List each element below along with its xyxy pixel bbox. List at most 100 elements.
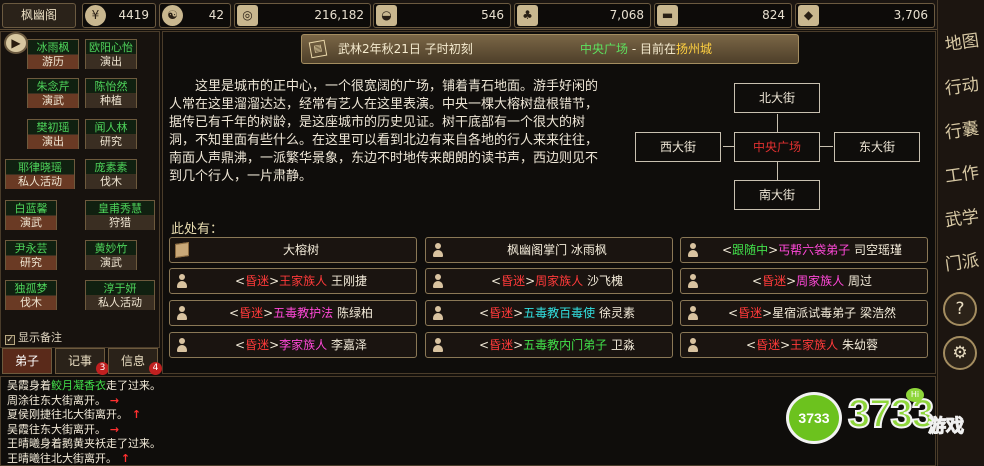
disciple-card[interactable]: 皇甫秀慧 狩猎 (85, 200, 155, 230)
entity-label-part: > (525, 274, 536, 288)
entity-button[interactable]: <昏迷>周家族人 沙飞槐 (425, 268, 673, 294)
direction-arrow-icon: → (106, 422, 120, 436)
copper-coin-icon: ◎ (237, 5, 258, 26)
entity-label-part: > (786, 274, 797, 288)
entity-button[interactable]: <昏迷>星宿派试毒弟子 梁浩然 (680, 300, 928, 326)
entity-label: <昏迷>星宿派试毒弟子 梁浩然 (701, 301, 923, 325)
resource-copper: ◎ 216,182 (234, 3, 371, 28)
place-name: 中央广场 (580, 42, 629, 56)
disciple-name: 闻人林 (86, 120, 136, 135)
entity-button[interactable]: 枫幽阁掌门 冰雨枫 (425, 237, 673, 263)
entity-label-part: > (269, 338, 280, 352)
person-icon (686, 274, 700, 288)
watermark-logo: 3733 (786, 392, 842, 444)
disciple-action: 研究 (86, 135, 136, 149)
disciple-name: 耶律晓瑶 (6, 160, 74, 175)
settings-icon[interactable]: ⚙ (943, 336, 977, 370)
disciple-card[interactable]: 尹永芸 研究 (5, 240, 57, 270)
entity-button[interactable]: <昏迷>李家族人 李嘉泽 (169, 332, 417, 358)
person-icon (175, 306, 189, 320)
disciple-card[interactable]: 闻人林 研究 (85, 119, 137, 149)
resource-value: 3,706 (893, 8, 928, 22)
log-text: 吴霞往东大街离开。 (7, 422, 106, 436)
entity-button[interactable]: 大榕树 (169, 237, 417, 263)
entity-label-part: 星宿派试毒弟子 梁浩然 (772, 306, 896, 320)
disciple-card[interactable]: 白蓝馨 演武 (5, 200, 57, 230)
tab-messages[interactable]: 信息 4 (108, 348, 162, 375)
entity-label-part: < (491, 274, 502, 288)
entity-label-part: 五毒教百毒使 (523, 306, 596, 320)
show-memo-toggle[interactable]: ✓ 显示备注 (5, 329, 62, 345)
menu-action[interactable]: 行动 (943, 75, 981, 100)
map-north-street[interactable]: 北大街 (734, 83, 820, 113)
tab-disciples[interactable]: 弟子 (2, 348, 52, 374)
disciple-card[interactable]: 陈怡然 种植 (85, 78, 137, 108)
location-panel: ▤ 武林2年秋21日 子时初刻 中央广场 - 目前在扬州城 这里是城市的正中心，… (162, 31, 936, 374)
entity-button[interactable]: <昏迷>五毒教内门弟子 卫淼 (425, 332, 673, 358)
tree-item-icon (175, 242, 189, 258)
disciple-action: 游历 (28, 55, 78, 69)
entity-button[interactable]: <昏迷>五毒教护法 陈绿柏 (169, 300, 417, 326)
checkbox-icon[interactable]: ✓ (5, 335, 15, 345)
entity-button[interactable]: <昏迷>五毒教百毒使 徐灵素 (425, 300, 673, 326)
log-text: 夏侯刚捷往北大街离开。 (7, 408, 128, 421)
entity-label-part: 王家族人 (790, 338, 839, 352)
entity-label-part: 王家族人 (279, 274, 328, 288)
menu-sect[interactable]: 门派 (943, 251, 981, 276)
disciple-action: 研究 (6, 256, 56, 270)
disciple-roster: ▶ 冰雨枫 游历 欧阳心怡 演出 朱念芹 演武 陈怡然 种植 樊初瑶 演出 闻人林 研究 耶… (0, 31, 160, 348)
menu-martial-arts[interactable]: 武学 (943, 207, 981, 232)
person-icon (686, 306, 700, 320)
disciple-card[interactable]: 樊初瑶 演出 (27, 119, 79, 149)
sect-name[interactable]: 枫幽阁 (2, 3, 76, 28)
entity-button[interactable]: <昏迷>王家族人 王刚捷 (169, 268, 417, 294)
disciple-action: 伐木 (86, 175, 136, 189)
disciple-card[interactable]: 耶律晓瑶 私人活动 (5, 159, 75, 189)
entity-label: <跟随中>丐帮六袋弟子 司空瑶瑾 (701, 238, 923, 262)
resource-wood: ▬ 824 (654, 3, 792, 28)
entity-label-part: 昏迷 (245, 338, 270, 352)
disciple-card[interactable]: 淳于妍 私人活动 (85, 280, 155, 310)
disciple-card[interactable]: 独孤梦 伐木 (5, 280, 57, 310)
watermark-hi: Hi (906, 388, 924, 402)
entity-label-part: > (269, 274, 280, 288)
help-icon[interactable]: ? (943, 292, 977, 326)
map-south-street[interactable]: 南大街 (734, 180, 820, 210)
entity-label: <昏迷>王家族人 王刚捷 (190, 269, 412, 293)
calendar-icon: ▤ (308, 39, 328, 59)
menu-bag[interactable]: 行囊 (943, 119, 981, 144)
entity-button[interactable]: <跟随中>丐帮六袋弟子 司空瑶瑾 (680, 237, 928, 263)
disciple-card[interactable]: 庞素素 伐木 (85, 159, 137, 189)
disciple-action: 私人活动 (86, 296, 154, 310)
map-west-street[interactable]: 西大街 (635, 132, 721, 162)
entity-label-part: 李家族人 (279, 338, 328, 352)
entity-label-part: 朱幼蓉 (838, 338, 878, 352)
site-watermark: 3733 3733 Hi 游戏 (786, 386, 976, 456)
entity-label-part: > (513, 338, 524, 352)
tab-label: 弟子 (14, 354, 39, 368)
disciple-card[interactable]: 欧阳心怡 演出 (85, 39, 137, 69)
entity-label: <昏迷>周家族人 周过 (701, 269, 923, 293)
menu-work[interactable]: 工作 (943, 163, 981, 188)
disciple-name: 冰雨枫 (28, 40, 78, 55)
disciple-card[interactable]: 黄妙竹 演武 (85, 240, 137, 270)
entity-button[interactable]: <昏迷>周家族人 周过 (680, 268, 928, 294)
resource-value: 546 (481, 8, 504, 22)
menu-map[interactable]: 地图 (943, 31, 981, 56)
entity-label-part: 丐帮六袋弟子 (778, 243, 851, 257)
tab-journal[interactable]: 记事 3 (55, 348, 109, 375)
entity-label-part: 昏迷 (738, 306, 763, 320)
resource-yinyang: ☯ 42 (159, 3, 231, 28)
disciple-card[interactable]: 冰雨枫 游历 (27, 39, 79, 69)
entity-button[interactable]: <昏迷>王家族人 朱幼蓉 (680, 332, 928, 358)
entity-label-part: < (479, 306, 490, 320)
entity-label: <昏迷>周家族人 沙飞槐 (446, 269, 668, 293)
disciple-card[interactable]: 朱念芹 演武 (27, 78, 79, 108)
disciple-name: 皇甫秀慧 (86, 201, 154, 216)
entity-label-part: 跟随中 (732, 243, 769, 257)
play-icon[interactable]: ▶ (4, 32, 28, 54)
person-icon (686, 338, 700, 352)
resource-food: ◒ 546 (373, 3, 511, 28)
entity-label-part: > (263, 306, 274, 320)
map-east-street[interactable]: 东大街 (834, 132, 920, 162)
